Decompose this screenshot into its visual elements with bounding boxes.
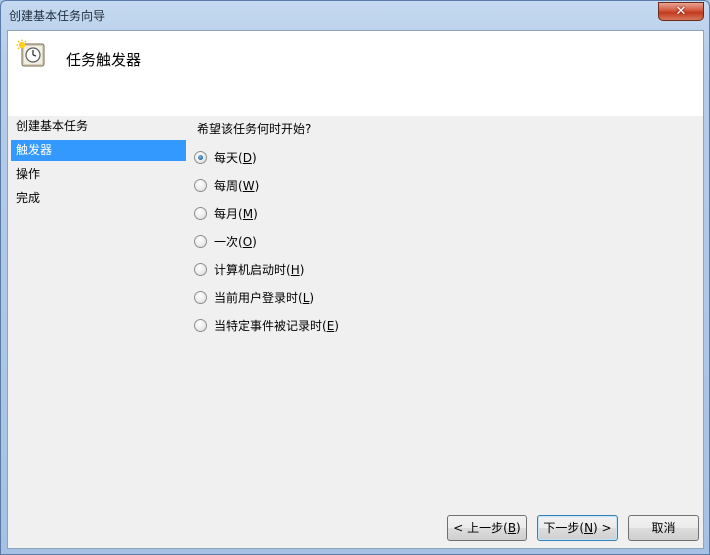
radio-option-monthly[interactable]: 每月(M) bbox=[194, 204, 258, 222]
radio-button[interactable] bbox=[194, 318, 207, 332]
radio-option-on-event[interactable]: 当特定事件被记录时(E) bbox=[194, 316, 339, 334]
radio-label: 每周(W) bbox=[214, 178, 260, 193]
radio-label: 每月(M) bbox=[214, 206, 258, 221]
wizard-steps-sidebar: 创建基本任务 触发器 操作 完成 bbox=[8, 116, 188, 416]
title-bar[interactable]: 创建基本任务向导 ✕ bbox=[1, 1, 709, 30]
wizard-window: 创建基本任务向导 ✕ 任务触发器 创建基本任务 触发器 操作 完成 希望该任务何… bbox=[0, 0, 710, 555]
radio-button[interactable] bbox=[194, 290, 207, 304]
page-title: 任务触发器 bbox=[66, 51, 142, 69]
radio-option-on-startup[interactable]: 计算机启动时(H) bbox=[194, 260, 304, 278]
radio-button[interactable] bbox=[194, 262, 207, 276]
sidebar-item-trigger[interactable]: 触发器 bbox=[11, 140, 186, 161]
radio-button[interactable] bbox=[194, 178, 207, 192]
sidebar-item-finish[interactable]: 完成 bbox=[11, 188, 186, 209]
radio-option-weekly[interactable]: 每周(W) bbox=[194, 176, 259, 194]
radio-label: 每天(D) bbox=[214, 150, 257, 165]
wizard-header: 任务触发器 bbox=[8, 31, 703, 116]
back-button[interactable]: < 上一步(B) bbox=[447, 515, 527, 541]
sidebar-item-create-basic-task[interactable]: 创建基本任务 bbox=[11, 116, 186, 137]
radio-button[interactable] bbox=[194, 206, 207, 220]
radio-button-checked[interactable] bbox=[194, 150, 207, 164]
radio-option-once[interactable]: 一次(O) bbox=[194, 232, 257, 250]
radio-option-on-logon[interactable]: 当前用户登录时(L) bbox=[194, 288, 314, 306]
radio-label: 计算机启动时(H) bbox=[214, 262, 305, 277]
radio-label: 一次(O) bbox=[214, 234, 257, 249]
radio-button[interactable] bbox=[194, 234, 207, 248]
radio-label: 当特定事件被记录时(E) bbox=[214, 318, 339, 333]
cancel-button[interactable]: 取消 bbox=[628, 515, 699, 541]
sidebar-item-action[interactable]: 操作 bbox=[11, 164, 186, 185]
task-scheduler-clock-icon bbox=[16, 39, 45, 67]
wizard-client-area: 任务触发器 创建基本任务 触发器 操作 完成 希望该任务何时开始? 每天(D) … bbox=[7, 30, 704, 549]
window-title: 创建基本任务向导 bbox=[9, 9, 106, 23]
radio-label: 当前用户登录时(L) bbox=[214, 290, 315, 305]
next-button[interactable]: 下一步(N) > bbox=[537, 515, 618, 541]
trigger-prompt: 希望该任务何时开始? bbox=[197, 122, 312, 136]
radio-option-daily[interactable]: 每天(D) bbox=[194, 148, 257, 166]
close-button[interactable]: ✕ bbox=[658, 2, 704, 21]
